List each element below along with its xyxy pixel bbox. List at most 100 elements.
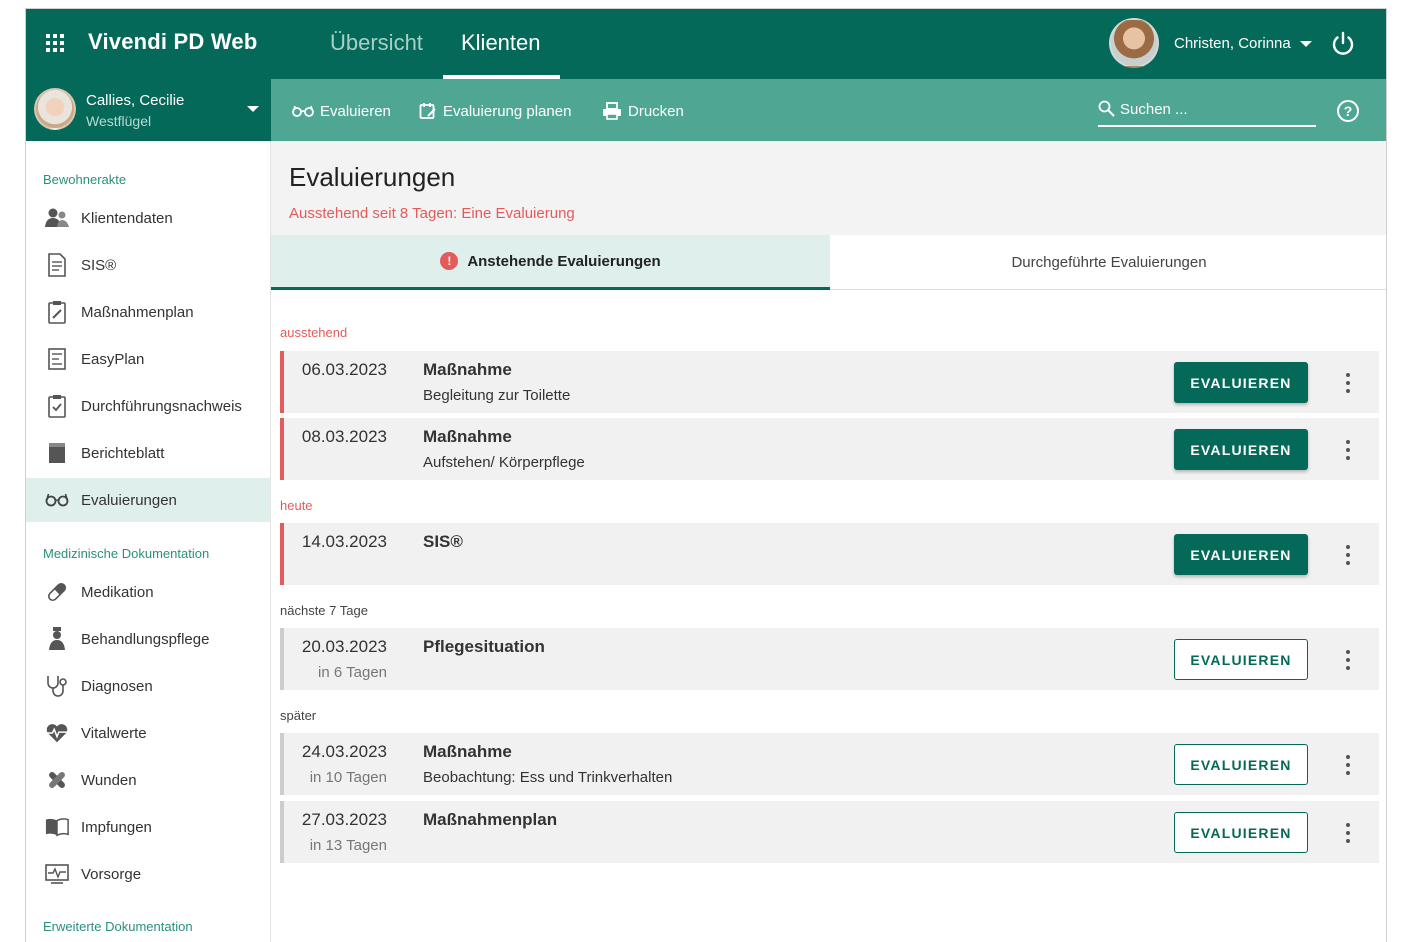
sidebar-item-label: Behandlungspflege [81, 630, 210, 648]
plan-evaluation-action[interactable]: Evaluierung planen [419, 101, 571, 121]
calendar-edit-icon [419, 103, 436, 119]
group-label-spaeter: später [280, 708, 317, 723]
sidebar-item-label: Berichteblatt [81, 444, 165, 462]
alert-icon: ! [440, 252, 459, 270]
help-icon[interactable]: ? [1337, 100, 1359, 122]
sidebar-item-label: Klientendaten [81, 209, 173, 227]
tab-label: Anstehende Evaluierungen [467, 252, 661, 270]
evaluation-date: 14.03.2023 [301, 532, 387, 551]
sidebar-item-label: SIS® [81, 256, 117, 274]
book-icon [45, 815, 69, 839]
group-label-naechste-7-tage: nächste 7 Tage [280, 603, 368, 618]
sidebar-item-behandlungspflege[interactable]: Behandlungspflege [26, 617, 270, 661]
evaluation-relative: in 10 Tagen [309, 769, 387, 786]
stethoscope-icon [45, 674, 69, 698]
evaluation-row: 06.03.2023 Maßnahme Begleitung zur Toile… [280, 351, 1379, 413]
bandage-icon [45, 768, 69, 792]
sidebar-item-berichteblatt[interactable]: Berichteblatt [26, 431, 270, 475]
evaluation-type: Maßnahme [423, 427, 512, 446]
group-label-ausstehend: ausstehend [280, 325, 348, 340]
evaluation-row: 20.03.2023 in 6 Tagen Pflegesituation EV… [280, 628, 1379, 690]
more-options-icon[interactable] [1340, 373, 1356, 393]
evaluation-date: 27.03.2023 [301, 810, 387, 829]
evaluation-date: 06.03.2023 [301, 360, 387, 379]
plan-evaluation-label: Evaluierung planen [443, 102, 572, 120]
sidebar-item-label: Durchführungsnachweis [81, 397, 242, 415]
glasses-icon [292, 105, 314, 117]
sidebar-item-label: Diagnosen [81, 677, 153, 695]
evaluation-description: Begleitung zur Toilette [423, 387, 571, 404]
tab-uebersicht[interactable]: Übersicht [330, 30, 423, 56]
evaluate-action[interactable]: Evaluieren [292, 101, 391, 121]
sidebar-item-wunden[interactable]: Wunden [26, 758, 270, 802]
evaluation-relative: in 13 Tagen [309, 837, 387, 854]
client-avatar [34, 88, 76, 130]
more-options-icon[interactable] [1340, 823, 1356, 843]
sidebar-item-medikation[interactable]: Medikation [26, 570, 270, 614]
sidebar-item-label: Wunden [81, 771, 137, 789]
evaluation-date: 08.03.2023 [301, 427, 387, 446]
more-options-icon[interactable] [1340, 545, 1356, 565]
report-sheet-icon [45, 441, 69, 465]
client-data-icon [45, 206, 69, 230]
evaluate-button[interactable]: EVALUIEREN [1174, 812, 1308, 853]
tab-klienten[interactable]: Klienten [461, 30, 541, 56]
section-medizinische-dokumentation: Medizinische Dokumentation [43, 546, 210, 561]
print-action[interactable]: Drucken [602, 101, 684, 121]
more-options-icon[interactable] [1340, 440, 1356, 460]
evaluate-button[interactable]: EVALUIEREN [1174, 429, 1308, 470]
nurse-icon [45, 627, 69, 651]
search-icon [1098, 100, 1115, 117]
clipboard-check-icon [45, 394, 69, 418]
client-selector[interactable]: Callies, Cecilie Westflügel [26, 79, 271, 141]
document-icon [45, 253, 69, 277]
evaluate-button[interactable]: EVALUIEREN [1174, 534, 1308, 575]
sidebar-item-vorsorge[interactable]: Vorsorge [26, 852, 270, 896]
evaluation-row: 24.03.2023 in 10 Tagen Maßnahme Beobacht… [280, 733, 1379, 795]
printer-icon [603, 102, 621, 120]
sidebar-item-massnahmenplan[interactable]: Maßnahmenplan [26, 290, 270, 334]
section-erweiterte-dokumentation: Erweiterte Dokumentation [43, 919, 193, 934]
sidebar-item-klientendaten[interactable]: Klientendaten [26, 196, 270, 240]
client-caret-icon[interactable] [247, 106, 259, 112]
search-input[interactable] [1120, 98, 1310, 120]
evaluate-button[interactable]: EVALUIEREN [1174, 639, 1308, 680]
clipboard-edit-icon [45, 300, 69, 324]
user-menu-caret-icon[interactable] [1300, 41, 1312, 47]
action-bar: Callies, Cecilie Westflügel Evaluieren E… [26, 79, 1386, 141]
evaluation-type: Maßnahmenplan [423, 810, 558, 829]
power-icon[interactable] [1329, 30, 1357, 58]
more-options-icon[interactable] [1340, 650, 1356, 670]
evaluation-relative: in 6 Tagen [318, 664, 387, 681]
evaluation-type: Pflegesituation [423, 637, 545, 656]
tab-anstehende-evaluierungen[interactable]: ! Anstehende Evaluierungen [271, 235, 830, 290]
sidebar-item-label: Evaluierungen [81, 491, 177, 509]
evaluate-action-label: Evaluieren [320, 102, 391, 120]
section-bewohnerakte: Bewohnerakte [43, 172, 127, 187]
sidebar-item-evaluierungen[interactable]: Evaluierungen [26, 478, 270, 522]
more-options-icon[interactable] [1340, 755, 1356, 775]
evaluation-description: Aufstehen/ Körperpflege [423, 454, 585, 471]
evaluate-button[interactable]: EVALUIEREN [1174, 362, 1308, 403]
user-avatar[interactable] [1109, 18, 1159, 68]
sidebar-item-durchfuehrungsnachweis[interactable]: Durchführungsnachweis [26, 384, 270, 428]
sidebar-item-label: Vitalwerte [81, 724, 147, 742]
sidebar-item-impfungen[interactable]: Impfungen [26, 805, 270, 849]
pill-icon [45, 580, 69, 604]
sidebar-item-label: Maßnahmenplan [81, 303, 194, 321]
evaluate-button[interactable]: EVALUIEREN [1174, 744, 1308, 785]
sidebar-item-easyplan[interactable]: EasyPlan [26, 337, 270, 381]
user-name[interactable]: Christen, Corinna [1174, 35, 1291, 52]
sidebar-item-sis[interactable]: SIS® [26, 243, 270, 287]
sidebar-item-diagnosen[interactable]: Diagnosen [26, 664, 270, 708]
evaluation-date: 24.03.2023 [301, 742, 387, 761]
search-field[interactable] [1098, 95, 1316, 127]
sidebar-item-label: EasyPlan [81, 350, 145, 368]
client-unit: Westflügel [86, 113, 152, 129]
evaluation-type: Maßnahme [423, 360, 512, 379]
sidebar-item-vitalwerte[interactable]: Vitalwerte [26, 711, 270, 755]
evaluation-description: Beobachtung: Ess und Trinkverhalten [423, 769, 673, 786]
app-grid-icon[interactable] [46, 34, 66, 54]
tab-durchgefuehrte-evaluierungen[interactable]: Durchgeführte Evaluierungen [830, 235, 1386, 290]
main-content: Evaluierungen Ausstehend seit 8 Tagen: E… [271, 141, 1386, 942]
